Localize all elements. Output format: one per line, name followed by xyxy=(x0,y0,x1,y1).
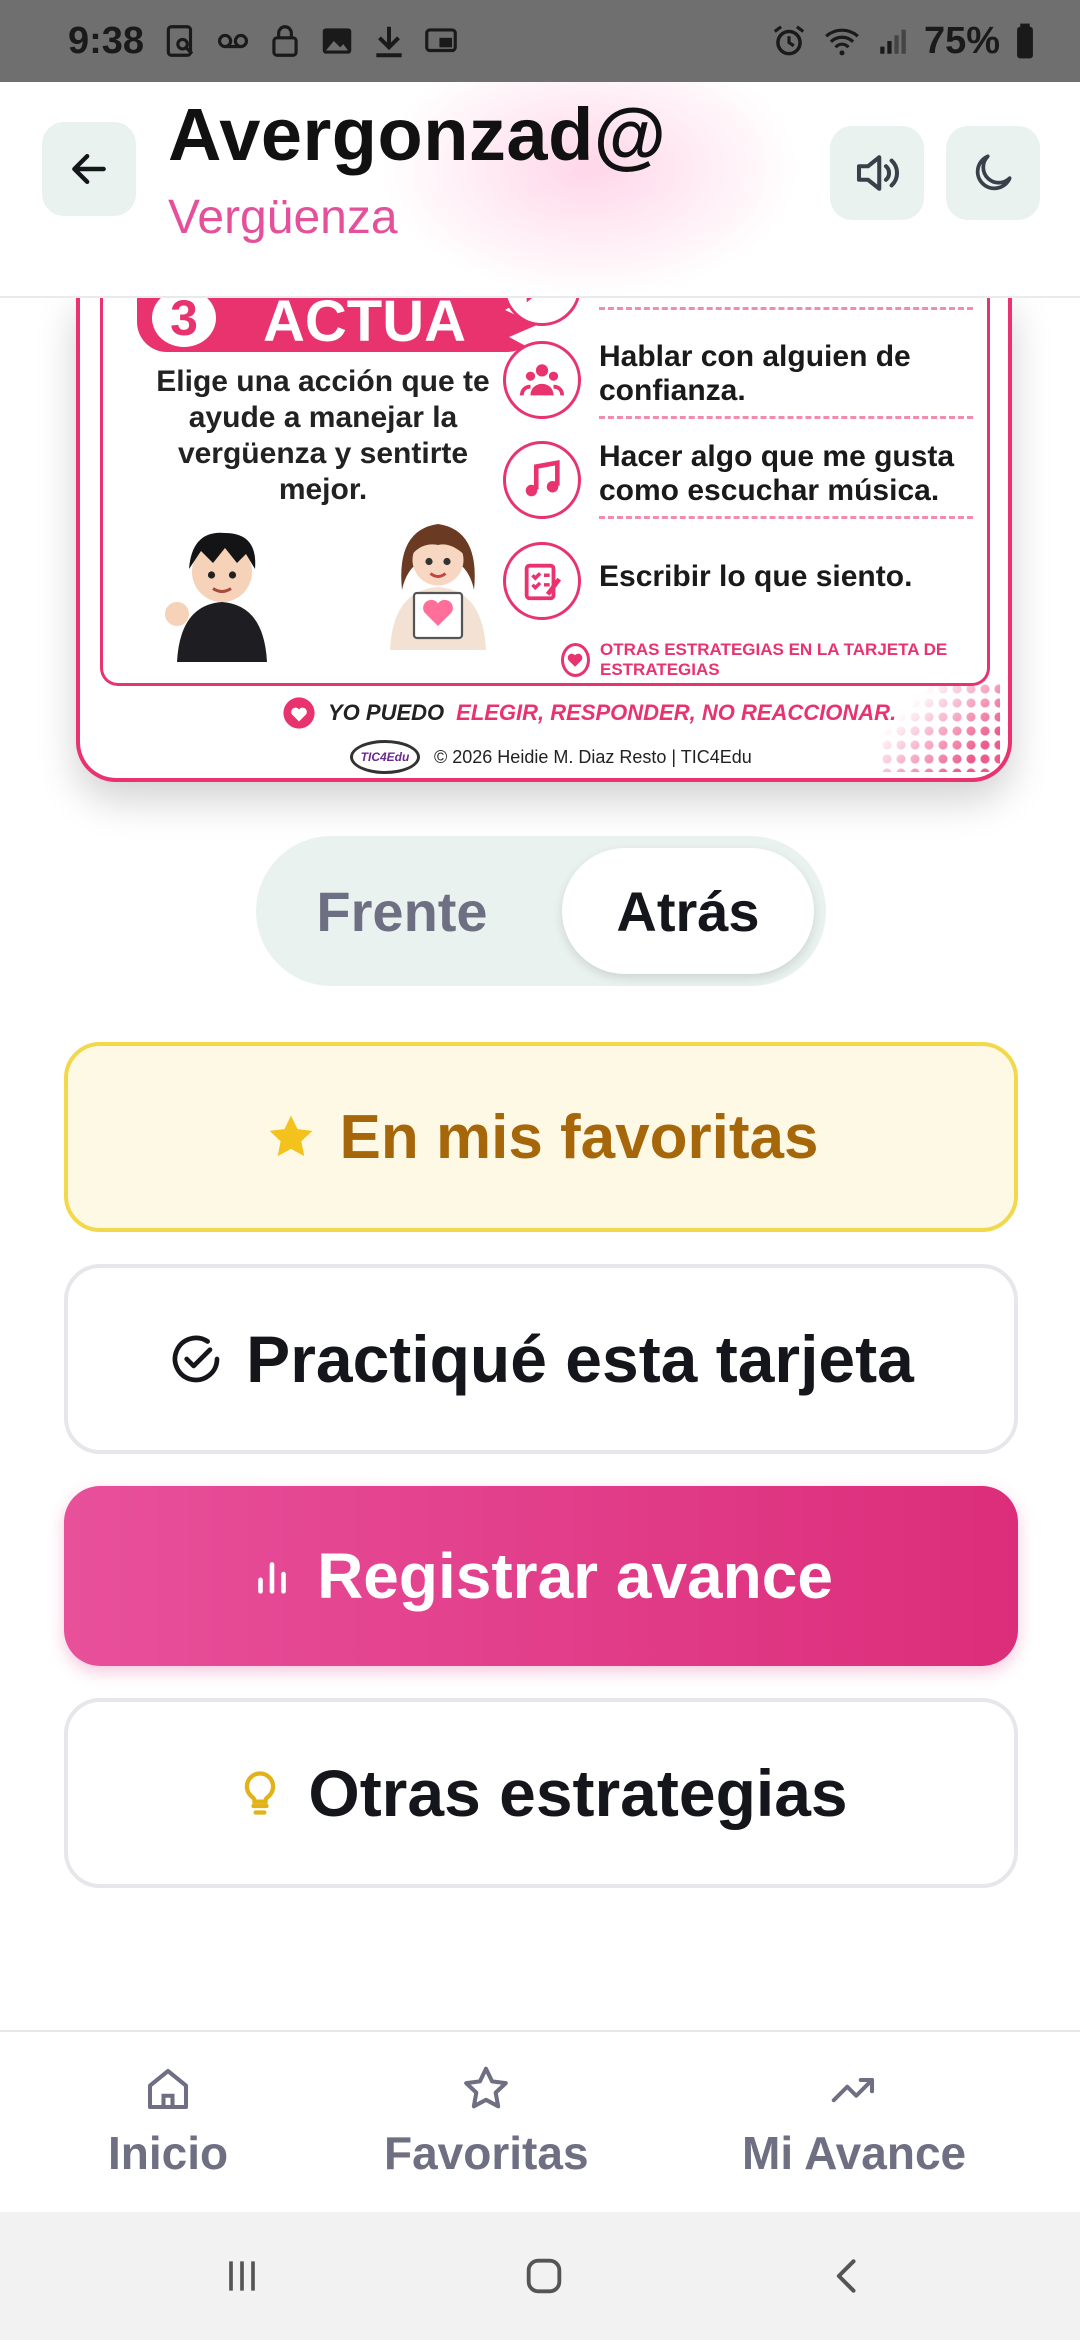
strategy-item: Escribir lo que siento. xyxy=(503,542,973,620)
page-title: Avergonzad@ xyxy=(168,93,667,176)
nav-progress-label: Mi Avance xyxy=(742,2127,967,2179)
checklist-icon xyxy=(503,542,581,620)
strategy-item: Hacer algo que me gusta como escuchar mú… xyxy=(503,440,973,519)
strategy-text: Escribir lo que siento. xyxy=(599,560,913,593)
star-outline-icon xyxy=(464,2066,509,2109)
voicemail-icon xyxy=(218,33,249,49)
heart-icon xyxy=(561,643,590,677)
practiced-label: Practiqué esta tarjeta xyxy=(246,1322,914,1396)
status-bar: 9:38 75% xyxy=(0,0,1080,82)
register-progress-button[interactable]: Registrar avance xyxy=(64,1486,1018,1666)
bottom-navigation: Inicio Favoritas Mi Avance xyxy=(0,2030,1080,2212)
bar-chart-icon xyxy=(258,1562,286,1594)
card-side-toggle: Frente Atrás xyxy=(256,836,826,986)
favorite-label: En mis favoritas xyxy=(339,1102,819,1172)
screenshot-search-icon xyxy=(166,25,194,57)
nav-item-home[interactable]: Inicio xyxy=(108,2062,228,2180)
nav-home-label: Inicio xyxy=(108,2127,229,2179)
emotion-card-image: 3 ACTUA Elige una acción que te ayude a … xyxy=(76,292,1012,782)
tic4edu-logo: TIC4Edu xyxy=(350,740,420,774)
boy-illustration-icon xyxy=(165,532,267,662)
nav-item-favorites[interactable]: Favoritas xyxy=(384,2062,589,2180)
check-circle-icon xyxy=(172,1335,220,1383)
home-icon xyxy=(148,2068,189,2110)
star-icon xyxy=(269,1115,312,1157)
nav-favorites-label: Favoritas xyxy=(384,2127,589,2179)
battery-icon xyxy=(1017,23,1033,59)
system-back-button[interactable] xyxy=(818,2250,878,2302)
people-icon xyxy=(503,340,581,419)
status-time: 9:38 xyxy=(68,19,145,62)
moon-icon xyxy=(975,154,1012,191)
system-navigation-bar xyxy=(0,2212,1080,2340)
lightbulb-icon xyxy=(245,1771,276,1815)
chevron-left-icon xyxy=(836,2259,856,2293)
strategy-text: Hacer algo que me gusta como escuchar mú… xyxy=(599,440,973,519)
register-label: Registrar avance xyxy=(317,1540,833,1612)
copyright-text: © 2026 Heidie M. Diaz Resto | TIC4Edu xyxy=(434,746,752,767)
system-home-button[interactable] xyxy=(514,2250,574,2302)
recents-button[interactable] xyxy=(212,2250,272,2302)
card-inner-frame: 3 ACTUA Elige una acción que te ayude a … xyxy=(100,292,990,686)
page-subtitle: Vergüenza xyxy=(168,191,398,244)
tab-back[interactable]: Atrás xyxy=(562,848,814,974)
other-strategies-note: OTRAS ESTRATEGIAS EN LA TARJETA DE ESTRA… xyxy=(561,640,987,680)
tab-front[interactable]: Frente xyxy=(270,848,534,974)
battery-percent: 75% xyxy=(923,19,1000,62)
strategy-item: Hablar con alguien de confianza. xyxy=(503,340,973,419)
practiced-button[interactable]: Practiqué esta tarjeta xyxy=(64,1264,1018,1454)
speaker-icon xyxy=(856,155,899,191)
arrow-left-icon xyxy=(72,153,106,185)
motto-prefix: YO PUEDO xyxy=(328,700,445,725)
back-button[interactable] xyxy=(42,122,136,216)
dark-mode-button[interactable] xyxy=(946,126,1040,220)
other-strategies-button[interactable]: Otras estrategias xyxy=(64,1698,1018,1888)
favorite-button[interactable]: En mis favoritas xyxy=(64,1042,1018,1232)
other-strategies-text: OTRAS ESTRATEGIAS EN LA TARJETA DE ESTRA… xyxy=(599,640,948,679)
trending-up-icon xyxy=(831,2077,875,2103)
status-notification-icons xyxy=(162,22,460,60)
signal-icon xyxy=(880,29,906,54)
app-header: Avergonzad@ Vergüenza xyxy=(0,82,1080,298)
other-strategies-label: Otras estrategias xyxy=(308,1756,848,1830)
lock-icon xyxy=(272,25,298,57)
image-icon xyxy=(322,28,352,54)
halftone-dots-decoration xyxy=(880,682,1000,772)
motto-accent: ELEGIR, RESPONDER, NO REACCIONAR. xyxy=(456,700,897,725)
recents-icon xyxy=(229,2261,255,2291)
status-system-icons: 75% xyxy=(770,20,1036,63)
card-description: Elige una acción que te ayude a manejar … xyxy=(156,365,490,506)
alarm-icon xyxy=(773,25,805,56)
home-square-icon xyxy=(526,2258,562,2294)
strategy-text: Hablar con alguien de confianza. xyxy=(599,340,973,419)
download-icon xyxy=(376,26,402,58)
nav-item-progress[interactable]: Mi Avance xyxy=(742,2062,966,2180)
step-word: ACTUA xyxy=(263,292,466,354)
card-copyright: TIC4Edu © 2026 Heidie M. Diaz Resto | TI… xyxy=(350,740,752,774)
cast-icon xyxy=(425,28,457,53)
music-note-icon xyxy=(503,440,581,519)
girl-illustration-icon xyxy=(390,524,486,650)
card-motto: YO PUEDO ELEGIR, RESPONDER, NO REACCIONA… xyxy=(282,696,896,730)
wifi-icon xyxy=(825,28,859,56)
audio-button[interactable] xyxy=(830,126,924,220)
heart-icon xyxy=(283,697,315,729)
